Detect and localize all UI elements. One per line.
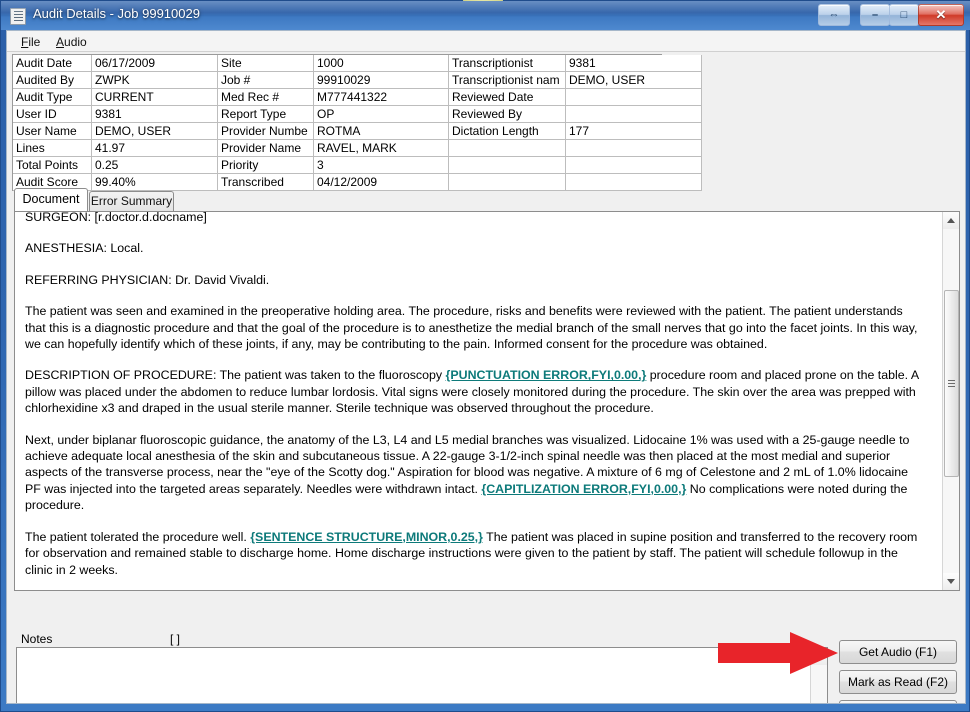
audit-details-grid: Audit Date 06/17/2009 Site 1000 Transcri… bbox=[12, 54, 702, 191]
notes-scrollbar[interactable] bbox=[810, 648, 827, 703]
close-button[interactable]: ✕ bbox=[918, 4, 964, 26]
menu-bar: File Audio bbox=[7, 31, 965, 52]
field-label: Provider Numbe bbox=[217, 122, 314, 140]
field-label: Reviewed By bbox=[448, 105, 566, 123]
tab-document[interactable]: Document bbox=[14, 188, 88, 211]
minimize-icon: – bbox=[871, 9, 879, 21]
field-label bbox=[448, 139, 566, 157]
close-icon: ✕ bbox=[935, 7, 947, 22]
doc-paragraph-anesthesia: ANESTHESIA: Local. bbox=[25, 241, 144, 256]
resize-arrows-icon: ⇔ bbox=[828, 9, 840, 21]
field-label bbox=[448, 156, 566, 174]
document-list-icon bbox=[10, 8, 26, 25]
error-tag-sentence-structure[interactable]: {SENTENCE STRUCTURE,MINOR,0.25,} bbox=[250, 530, 483, 544]
menu-audio-rest: udio bbox=[64, 35, 87, 49]
field-label: Audit Type bbox=[13, 88, 92, 106]
error-tag-punctuation[interactable]: {PUNCTUATION ERROR,FYI,0.00,} bbox=[446, 368, 647, 382]
field-label: Med Rec # bbox=[217, 88, 314, 106]
get-audio-button[interactable]: Get Audio (F1) bbox=[839, 640, 957, 664]
field-label: Dictation Length bbox=[448, 122, 566, 140]
notes-scroll-up-arrow-icon[interactable] bbox=[811, 648, 827, 665]
minimize-button[interactable]: – bbox=[860, 4, 890, 26]
field-value[interactable] bbox=[565, 105, 702, 123]
menu-file-rest: ile bbox=[28, 35, 41, 49]
restore-size-button[interactable]: ⇔ bbox=[818, 4, 850, 26]
notes-brackets-indicator: [ ] bbox=[170, 632, 181, 646]
window-title: Audit Details - Job 99910029 bbox=[33, 6, 200, 21]
menu-item-file[interactable]: File bbox=[16, 34, 45, 50]
field-value[interactable] bbox=[565, 156, 702, 174]
table-row: User ID 9381 Report Type OP Reviewed By bbox=[13, 105, 702, 123]
document-text-area[interactable]: SURGEON: [r.doctor.d.docname] ANESTHESIA… bbox=[15, 212, 927, 590]
application-window: Audit Details - Job 99910029 ⇔ – □ ✕ Fil… bbox=[0, 0, 970, 712]
field-value[interactable]: ROTMA bbox=[313, 122, 449, 140]
field-value[interactable]: 99910029 bbox=[313, 71, 449, 89]
field-value[interactable]: 0.25 bbox=[91, 156, 218, 174]
exit-button[interactable]: Exit bbox=[839, 700, 957, 703]
document-panel: SURGEON: [r.doctor.d.docname] ANESTHESIA… bbox=[14, 211, 960, 591]
field-value[interactable]: M777441322 bbox=[313, 88, 449, 106]
field-value[interactable]: 9381 bbox=[91, 105, 218, 123]
field-value[interactable]: 1000 bbox=[313, 55, 449, 72]
field-label: Audit Date bbox=[13, 55, 92, 72]
title-bar: Audit Details - Job 99910029 ⇔ – □ ✕ bbox=[1, 1, 970, 30]
notes-input[interactable] bbox=[16, 647, 828, 703]
menu-item-audio[interactable]: Audio bbox=[51, 34, 92, 50]
table-row: User Name DEMO, USER Provider Numbe ROTM… bbox=[13, 122, 702, 140]
field-label: User Name bbox=[13, 122, 92, 140]
field-label: Transcriptionist bbox=[448, 55, 566, 72]
field-label: Lines bbox=[13, 139, 92, 157]
field-value[interactable] bbox=[565, 88, 702, 106]
field-label: Reviewed Date bbox=[448, 88, 566, 106]
window-client-area: File Audio Audit Date 06/17/2009 Site 10… bbox=[6, 30, 966, 704]
maximize-icon: □ bbox=[900, 9, 908, 21]
audit-details-table: Audit Date 06/17/2009 Site 1000 Transcri… bbox=[13, 55, 702, 191]
table-row: Lines 41.97 Provider Name RAVEL, MARK bbox=[13, 139, 702, 157]
field-value[interactable]: 177 bbox=[565, 122, 702, 140]
table-row: Audit Type CURRENT Med Rec # M777441322 … bbox=[13, 88, 702, 106]
doc-paragraph-referring: REFERRING PHYSICIAN: Dr. David Vivaldi. bbox=[25, 272, 270, 287]
field-label: Job # bbox=[217, 71, 314, 89]
field-value[interactable]: RAVEL, MARK bbox=[313, 139, 449, 157]
field-label: User ID bbox=[13, 105, 92, 123]
field-value[interactable]: DEMO, USER bbox=[91, 122, 218, 140]
field-value[interactable]: DEMO, USER bbox=[565, 71, 702, 89]
field-label: Report Type bbox=[217, 105, 314, 123]
field-label: Priority bbox=[217, 156, 314, 174]
field-label: Provider Name bbox=[217, 139, 314, 157]
mark-as-read-button[interactable]: Mark as Read (F2) bbox=[839, 670, 957, 694]
doc-paragraph-preop: The patient was seen and examined in the… bbox=[25, 304, 918, 352]
field-label: Site bbox=[217, 55, 314, 72]
doc-paragraph-description: DESCRIPTION OF PROCEDURE: The patient wa… bbox=[25, 367, 919, 416]
doc-paragraph-technique: Next, under biplanar fluoroscopic guidan… bbox=[25, 432, 919, 514]
doc-paragraph-tolerated: The patient tolerated the procedure well… bbox=[25, 529, 919, 578]
document-scrollbar[interactable] bbox=[942, 212, 959, 590]
field-label: Total Points bbox=[13, 156, 92, 174]
table-row: Audited By ZWPK Job # 99910029 Transcrip… bbox=[13, 71, 702, 89]
error-tag-capitalization[interactable]: {CAPITLIZATION ERROR,FYI,0.00,} bbox=[481, 482, 686, 496]
table-row: Audit Date 06/17/2009 Site 1000 Transcri… bbox=[13, 55, 702, 72]
field-label: Audited By bbox=[13, 71, 92, 89]
field-value[interactable]: CURRENT bbox=[91, 88, 218, 106]
field-value[interactable]: ZWPK bbox=[91, 71, 218, 89]
doc-line-clipped: SURGEON: [r.doctor.d.docname] bbox=[25, 212, 207, 224]
table-row: Total Points 0.25 Priority 3 bbox=[13, 156, 702, 174]
doc-text-before: The patient tolerated the procedure well… bbox=[25, 529, 251, 544]
notes-label: Notes bbox=[21, 632, 53, 646]
tab-error-summary[interactable]: Error Summary bbox=[89, 191, 174, 211]
field-value[interactable]: 06/17/2009 bbox=[91, 55, 218, 72]
scroll-down-arrow-icon[interactable] bbox=[943, 573, 959, 590]
field-value[interactable]: 9381 bbox=[565, 55, 702, 72]
field-value[interactable]: 3 bbox=[313, 156, 449, 174]
maximize-button[interactable]: □ bbox=[889, 4, 919, 26]
field-value[interactable]: 41.97 bbox=[91, 139, 218, 157]
field-value[interactable] bbox=[565, 139, 702, 157]
tab-strip: Document Error Summary bbox=[14, 188, 960, 211]
scroll-up-arrow-icon[interactable] bbox=[943, 212, 959, 229]
scrollbar-grip-icon bbox=[948, 379, 955, 381]
doc-text-before: DESCRIPTION OF PROCEDURE: The patient wa… bbox=[25, 368, 446, 383]
field-label: Transcriptionist nam bbox=[448, 71, 566, 89]
field-value[interactable]: OP bbox=[313, 105, 449, 123]
scrollbar-thumb[interactable] bbox=[944, 290, 959, 477]
